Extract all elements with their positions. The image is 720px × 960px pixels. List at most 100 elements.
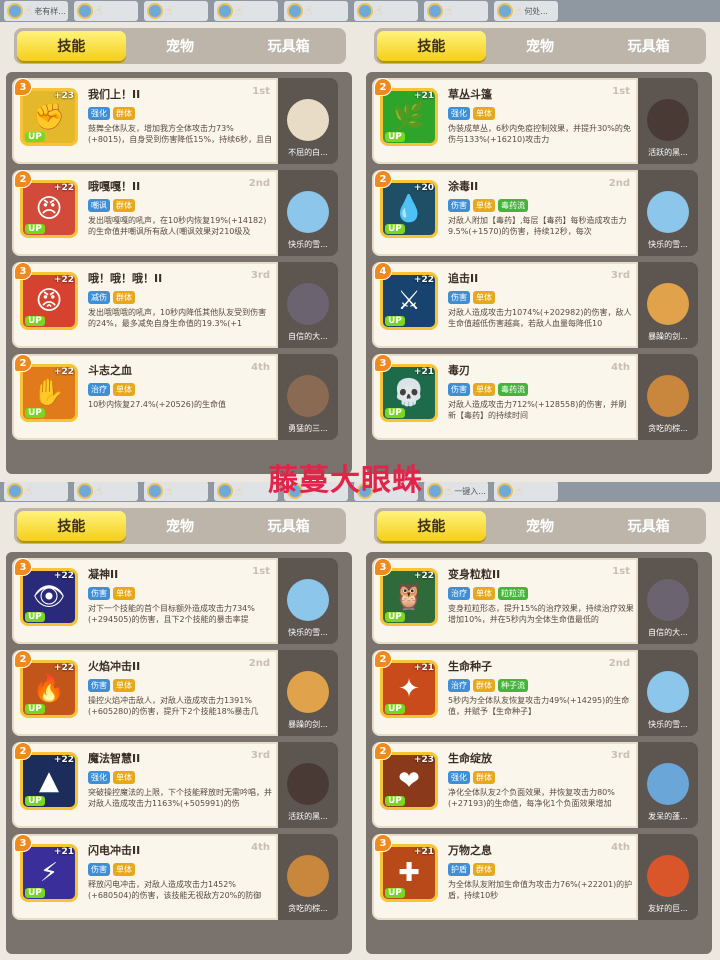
skill-card[interactable]: ▲ +22 UP 2 魔法智慧II 3rd 强化 单体 突破操控魔法的上限，下个技能释放时无需吟… [12, 742, 346, 828]
pet-slot[interactable]: 勇猛的三... [278, 354, 338, 440]
tab-pets[interactable]: 宠物 [486, 31, 595, 61]
skill-icon[interactable]: 👁 +22 UP [20, 568, 78, 626]
upgrade-badge[interactable]: UP [385, 612, 405, 622]
pet-slot[interactable]: 活跃的黑... [278, 742, 338, 828]
skill-icon[interactable]: ▲ +22 UP [20, 752, 78, 810]
pet-slot[interactable]: 自信的大... [638, 558, 698, 644]
pet-slot[interactable]: 快乐的雪... [638, 650, 698, 736]
skill-icon[interactable]: ✚ +21 UP [380, 844, 438, 902]
upgrade-badge[interactable]: UP [25, 316, 45, 326]
skill-icon[interactable]: ✦ +21 UP [380, 660, 438, 718]
skill-card-body[interactable]: ❤ +23 UP 2 生命绽放 3rd 强化 群体 净化全体队友2个负面效果，并恢复攻击力80%… [372, 742, 638, 828]
skill-card[interactable]: ✋ +22 UP 2 斗志之血 4th 治疗 单体 10秒内恢复27.4%(+20526)的生命… [12, 354, 346, 440]
upgrade-badge[interactable]: UP [385, 888, 405, 898]
tab-pets[interactable]: 宠物 [126, 511, 235, 541]
skill-card-body[interactable]: ✋ +22 UP 2 斗志之血 4th 治疗 单体 10秒内恢复27.4%(+20526)的生命… [12, 354, 278, 440]
top-strip-cell[interactable]: ☝ [74, 1, 138, 21]
tab-skills[interactable]: 技能 [377, 511, 486, 541]
skill-card-body[interactable]: 🦉 +22 UP 3 变身粒粒II 1st 治疗 单体 粒粒流 变身粒粒形态，提升15%的治疗效果… [372, 558, 638, 644]
upgrade-badge[interactable]: UP [25, 132, 45, 142]
upgrade-badge[interactable]: UP [385, 224, 405, 234]
skill-card-body[interactable]: ⚡ +21 UP 3 闪电冲击II 4th 伤害 单体 释放闪电冲击，对敌人造成攻击力1452%… [12, 834, 278, 920]
skill-card-body[interactable]: ✦ +21 UP 2 生命种子 2nd 治疗 群体 种子流 5秒内为全体队友恢复攻击力49%(+1… [372, 650, 638, 736]
pet-slot[interactable]: 不屈的白... [278, 78, 338, 164]
skill-card-body[interactable]: ▲ +22 UP 2 魔法智慧II 3rd 强化 单体 突破操控魔法的上限，下个技能释放时无需吟… [12, 742, 278, 828]
pet-slot[interactable]: 发呆的蓬... [638, 742, 698, 828]
middle-strip-cell[interactable]: ☝ [494, 481, 558, 501]
skill-card-body[interactable]: 💧 +20 UP 2 涂毒II 2nd 伤害 单体 毒药流 对敌人附加【毒药】,每层【毒药】每秒造… [372, 170, 638, 256]
upgrade-badge[interactable]: UP [385, 704, 405, 714]
skill-card[interactable]: 🦉 +22 UP 3 变身粒粒II 1st 治疗 单体 粒粒流 变身粒粒形态，提升15%的治疗效果… [372, 558, 706, 644]
skill-card[interactable]: 😠 +22 UP 2 哦嘎嘎！II 2nd 嘲讽 群体 发出哦嘎嘎的吼声，在10秒内恢复19%(… [12, 170, 346, 256]
tab-skills[interactable]: 技能 [377, 31, 486, 61]
pet-slot[interactable]: 活跃的黑... [638, 78, 698, 164]
top-strip-cell[interactable]: ☝ [284, 1, 348, 21]
tab-skills[interactable]: 技能 [17, 31, 126, 61]
upgrade-badge[interactable]: UP [385, 132, 405, 142]
skill-icon[interactable]: 🔥 +22 UP [20, 660, 78, 718]
pet-slot[interactable]: 暴躁的剑... [278, 650, 338, 736]
skill-card[interactable]: 💧 +20 UP 2 涂毒II 2nd 伤害 单体 毒药流 对敌人附加【毒药】,每层【毒药】每秒造… [372, 170, 706, 256]
tab-toybox[interactable]: 玩具箱 [234, 511, 343, 541]
skill-card-body[interactable]: ✊ +23 UP 3 我们上！II 1st 强化 群体 鼓舞全体队友，增加我方全体攻击力73%(… [12, 78, 278, 164]
skill-card[interactable]: ✚ +21 UP 3 万物之息 4th 护盾 群体 为全体队友附加生命值为攻击力76%(+222… [372, 834, 706, 920]
upgrade-badge[interactable]: UP [25, 796, 45, 806]
upgrade-badge[interactable]: UP [25, 224, 45, 234]
pet-slot[interactable]: 快乐的雪... [638, 170, 698, 256]
pet-slot[interactable]: 自信的大... [278, 262, 338, 348]
skill-card-body[interactable]: 💀 +21 UP 3 毒刃 4th 伤害 单体 毒药流 对敌人造成攻击力712%(+128558)… [372, 354, 638, 440]
pet-slot[interactable]: 暴躁的剑... [638, 262, 698, 348]
skill-card[interactable]: 💀 +21 UP 3 毒刃 4th 伤害 单体 毒药流 对敌人造成攻击力712%(+128558)… [372, 354, 706, 440]
skill-icon[interactable]: 💀 +21 UP [380, 364, 438, 422]
skill-icon[interactable]: ❤ +23 UP [380, 752, 438, 810]
upgrade-badge[interactable]: UP [25, 408, 45, 418]
top-strip-cell[interactable]: ☝ [354, 1, 418, 21]
skill-card[interactable]: ⚡ +21 UP 3 闪电冲击II 4th 伤害 单体 释放闪电冲击，对敌人造成攻击力1452%… [12, 834, 346, 920]
skill-card[interactable]: 🌿 +21 UP 2 草丛斗篷 1st 强化 单体 伪装成草丛，6秒内免疫控制效果，并提升30%… [372, 78, 706, 164]
skill-icon[interactable]: ⚔ +22 UP [380, 272, 438, 330]
skill-icon[interactable]: ✋ +22 UP [20, 364, 78, 422]
skill-card[interactable]: ✦ +21 UP 2 生命种子 2nd 治疗 群体 种子流 5秒内为全体队友恢复攻击力49%(+1… [372, 650, 706, 736]
pet-slot[interactable]: 友好的巨... [638, 834, 698, 920]
upgrade-badge[interactable]: UP [385, 408, 405, 418]
skill-card[interactable]: ⚔ +22 UP 4 追击II 3rd 伤害 单体 对敌人造成攻击力1074%(+202982)… [372, 262, 706, 348]
skill-card-body[interactable]: 😡 +22 UP 3 哦！哦！哦！II 3rd 减伤 群体 发出哦哦哦的吼声，10秒内降低其他队… [12, 262, 278, 348]
skill-icon[interactable]: 😠 +22 UP [20, 180, 78, 238]
top-strip-cell[interactable]: ☝ [214, 1, 278, 21]
tab-toybox[interactable]: 玩具箱 [594, 31, 703, 61]
top-strip-cell[interactable]: ☝ [144, 1, 208, 21]
upgrade-badge[interactable]: UP [25, 888, 45, 898]
skill-card-body[interactable]: 🔥 +22 UP 2 火焰冲击II 2nd 伤害 单体 操控火焰冲击敌人，对敌人造成攻击力139… [12, 650, 278, 736]
skill-card-body[interactable]: 👁 +22 UP 3 凝神II 1st 伤害 单体 对下一个技能的首个目标额外造成攻击力734%… [12, 558, 278, 644]
skill-card[interactable]: ❤ +23 UP 2 生命绽放 3rd 强化 群体 净化全体队友2个负面效果，并恢复攻击力80%… [372, 742, 706, 828]
skill-icon[interactable]: ✊ +23 UP [20, 88, 78, 146]
skill-card-body[interactable]: ⚔ +22 UP 4 追击II 3rd 伤害 单体 对敌人造成攻击力1074%(+202982)… [372, 262, 638, 348]
middle-strip-cell[interactable]: ☝ [144, 481, 208, 501]
upgrade-badge[interactable]: UP [25, 612, 45, 622]
skill-card-body[interactable]: ✚ +21 UP 3 万物之息 4th 护盾 群体 为全体队友附加生命值为攻击力76%(+222… [372, 834, 638, 920]
upgrade-badge[interactable]: UP [385, 796, 405, 806]
skill-card[interactable]: 👁 +22 UP 3 凝神II 1st 伤害 单体 对下一个技能的首个目标额外造成攻击力734%… [12, 558, 346, 644]
pet-slot[interactable]: 贪吃的棕... [638, 354, 698, 440]
top-strip-cell[interactable]: ☝ 何处... [494, 1, 558, 21]
skill-card[interactable]: ✊ +23 UP 3 我们上！II 1st 强化 群体 鼓舞全体队友，增加我方全体攻击力73%(… [12, 78, 346, 164]
pet-slot[interactable]: 贪吃的棕... [278, 834, 338, 920]
upgrade-badge[interactable]: UP [385, 316, 405, 326]
upgrade-badge[interactable]: UP [25, 704, 45, 714]
middle-strip-cell[interactable]: ☝ [4, 481, 68, 501]
tab-toybox[interactable]: 玩具箱 [234, 31, 343, 61]
skill-icon[interactable]: 😡 +22 UP [20, 272, 78, 330]
top-strip-cell[interactable]: ☝ [424, 1, 488, 21]
skill-card-body[interactable]: 🌿 +21 UP 2 草丛斗篷 1st 强化 单体 伪装成草丛，6秒内免疫控制效果，并提升30%… [372, 78, 638, 164]
skill-icon[interactable]: 🌿 +21 UP [380, 88, 438, 146]
pet-slot[interactable]: 快乐的雪... [278, 170, 338, 256]
skill-icon[interactable]: 🦉 +22 UP [380, 568, 438, 626]
skill-icon[interactable]: 💧 +20 UP [380, 180, 438, 238]
middle-strip-cell[interactable]: ☝ 一键入... [424, 481, 488, 501]
middle-strip-cell[interactable]: ☝ [74, 481, 138, 501]
skill-card[interactable]: 🔥 +22 UP 2 火焰冲击II 2nd 伤害 单体 操控火焰冲击敌人，对敌人造成攻击力139… [12, 650, 346, 736]
skill-icon[interactable]: ⚡ +21 UP [20, 844, 78, 902]
skill-card-body[interactable]: 😠 +22 UP 2 哦嘎嘎！II 2nd 嘲讽 群体 发出哦嘎嘎的吼声，在10秒内恢复19%(… [12, 170, 278, 256]
tab-skills[interactable]: 技能 [17, 511, 126, 541]
tab-pets[interactable]: 宠物 [486, 511, 595, 541]
